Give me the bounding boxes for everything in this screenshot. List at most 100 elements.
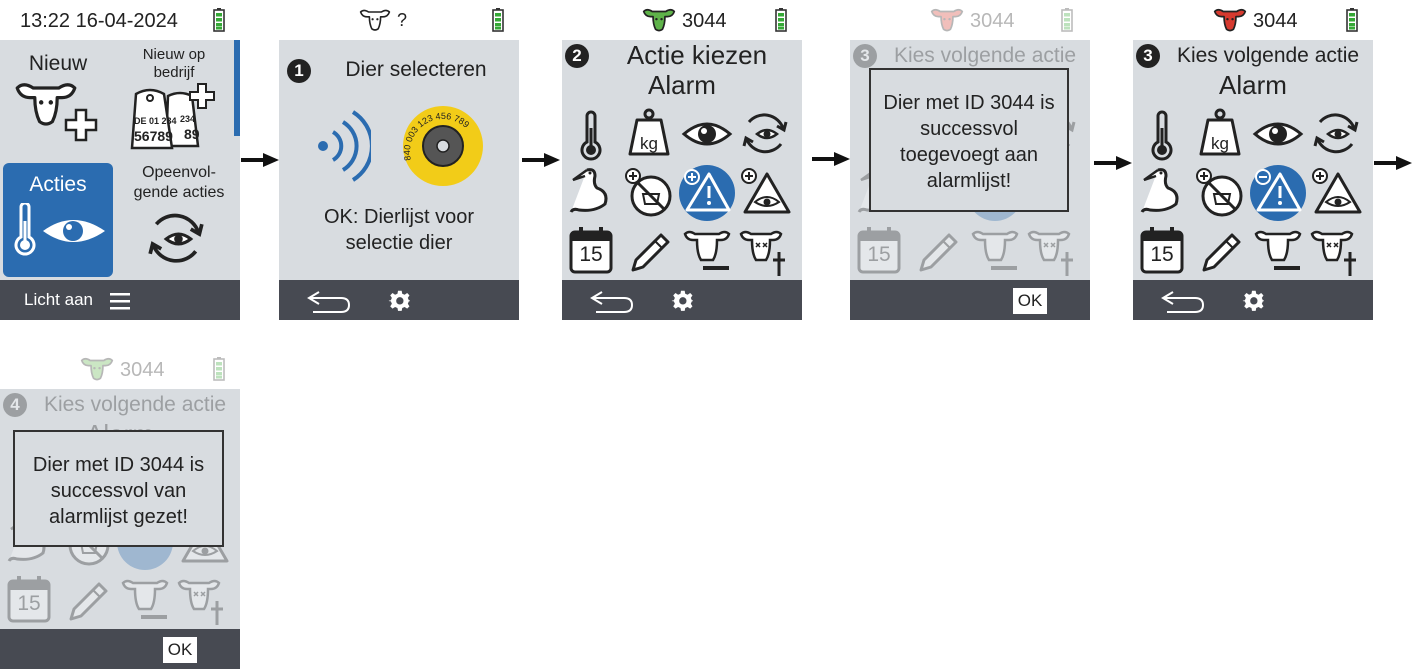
screen-home: 13:22 16-04-2024 Nieuw Nieuw op bedrijf …	[0, 0, 240, 320]
animal-id: 3044	[120, 359, 165, 381]
alarm-remove-icon[interactable]	[1252, 166, 1304, 218]
tile-new-farm-label: Nieuw op bedrijf	[142, 46, 206, 81]
cow-dead-icon[interactable]	[1310, 226, 1362, 278]
tag-line-1: DE 01 234	[134, 116, 177, 126]
no-milk-icon[interactable]	[1194, 166, 1246, 218]
bottom-bar	[279, 280, 519, 320]
tile-new-farm[interactable]: Nieuw op bedrijf DE 01 234 56789 234 89	[120, 44, 232, 154]
status-bar: 13:22 16-04-2024	[0, 0, 240, 40]
cow-dead-icon[interactable]	[739, 226, 791, 278]
confirmation-dialog: Dier met ID 3044 is successvol toegevoeg…	[869, 68, 1069, 212]
cow-dead-icon	[1027, 226, 1079, 278]
status-bar: 3044	[0, 349, 240, 389]
ear-tag-icon: 840 003 123 456 789	[402, 106, 483, 186]
flow-arrow-icon	[1374, 156, 1412, 170]
settings-icon[interactable]	[671, 289, 693, 311]
screen-title: Dier selecteren	[345, 58, 487, 81]
step-number: 3	[853, 44, 877, 68]
calendar-day: 15	[579, 243, 603, 266]
home-menu: Nieuw Nieuw op bedrijf DE 01 234 56789 2…	[0, 40, 240, 280]
action-grid: 2 Actie kiezen Alarm kg 15	[562, 40, 802, 280]
screen-subtitle: Alarm	[648, 70, 716, 100]
bottom-bar	[1133, 280, 1373, 320]
tag-back-line-2: 89	[184, 126, 200, 142]
animal-id: 3044	[1253, 10, 1298, 32]
settings-icon[interactable]	[1242, 289, 1264, 311]
content: 3 Kies volgende actie 15 Dier met ID 304…	[850, 40, 1090, 280]
cow-red-icon	[1213, 6, 1247, 34]
screen-title: Kies volgende actie	[1176, 44, 1360, 67]
eye-icon[interactable]	[681, 108, 733, 160]
thermometer-icon[interactable]	[1136, 110, 1188, 162]
settings-icon[interactable]	[388, 289, 410, 311]
pencil-icon[interactable]	[1194, 226, 1246, 278]
eye-icon[interactable]	[1252, 108, 1304, 160]
cow-icon	[359, 8, 391, 32]
bottom-bar	[562, 280, 802, 320]
cow-green-icon	[80, 355, 114, 383]
calendar-day: 15	[17, 592, 41, 615]
content: 4 Kies volgende actie Alarm 15 Dier met …	[0, 389, 240, 629]
flow-arrow-icon	[812, 152, 850, 166]
alarm-add-icon[interactable]	[681, 166, 733, 218]
screen-title: Kies volgende actie	[893, 44, 1077, 67]
stork-icon[interactable]	[1136, 166, 1188, 218]
screen-next-action: 3044 3 Kies volgende actie Alarm kg 15	[1133, 0, 1373, 320]
menu-icon[interactable]	[110, 292, 132, 310]
status-bar: 3044	[1133, 0, 1373, 40]
pencil-icon	[61, 575, 113, 627]
battery-icon	[775, 8, 787, 32]
bottom-bar: OK	[0, 629, 240, 669]
cow-plus-icon	[15, 83, 98, 142]
flow-arrow-icon	[241, 153, 279, 167]
step-number: 4	[3, 393, 27, 417]
animal-id: ?	[397, 10, 408, 30]
tile-actions[interactable]: Acties	[3, 163, 113, 277]
step-number: 1	[287, 59, 311, 83]
ok-button[interactable]: OK	[163, 637, 197, 663]
screen-title: Kies volgende actie	[43, 393, 227, 416]
bottom-bar: OK	[850, 280, 1090, 320]
flow-arrow-icon	[1094, 156, 1132, 170]
tile-new-label: Nieuw	[28, 52, 88, 75]
tile-new[interactable]: Nieuw	[4, 44, 112, 154]
no-milk-icon[interactable]	[623, 166, 675, 218]
ok-button[interactable]: OK	[1013, 288, 1047, 314]
cow-green-icon	[642, 6, 676, 34]
battery-icon	[492, 8, 504, 32]
alarm-eye-icon[interactable]	[1310, 166, 1362, 218]
cow-remove-icon[interactable]	[1252, 226, 1304, 278]
tile-actions-label: Acties	[29, 173, 87, 196]
back-icon[interactable]	[1159, 288, 1207, 314]
screen-select-animal: ? 1 Dier selecteren 840 003 123 456 789 …	[279, 0, 519, 320]
step-number: 3	[1136, 44, 1160, 68]
screen-alarm-removed: 3044 4 Kies volgende actie Alarm 15 Dier…	[0, 349, 240, 669]
battery-icon	[1061, 8, 1073, 32]
light-on-button[interactable]: Licht aan	[24, 290, 93, 310]
back-icon[interactable]	[588, 288, 636, 314]
screen-subtitle: Alarm	[1219, 70, 1287, 100]
status-bar: 3044	[562, 0, 802, 40]
stork-icon[interactable]	[565, 166, 617, 218]
hint-text: OK: Dierlijst voor selectie dier	[323, 206, 475, 254]
flow-arrow-icon	[522, 153, 560, 167]
thermometer-eye-icon	[14, 203, 105, 256]
cow-remove-icon[interactable]	[681, 226, 733, 278]
weight-unit: kg	[640, 134, 658, 153]
battery-icon	[213, 8, 225, 32]
action-grid: 3 Kies volgende actie Alarm kg 15	[1133, 40, 1373, 280]
scrollbar[interactable]	[234, 40, 240, 136]
cow-red-icon	[930, 6, 964, 34]
pencil-icon[interactable]	[623, 226, 675, 278]
cycle-eye-icon[interactable]	[1310, 108, 1362, 160]
confirmation-dialog: Dier met ID 3044 is successvol van alarm…	[13, 430, 224, 547]
cycle-eye-icon[interactable]	[739, 108, 791, 160]
tile-sequential[interactable]: Opeenvol-gende acties	[120, 163, 236, 277]
back-icon[interactable]	[305, 288, 353, 314]
alarm-eye-icon[interactable]	[739, 166, 791, 218]
weight-unit: kg	[1211, 134, 1229, 153]
thermometer-icon[interactable]	[565, 110, 617, 162]
battery-icon	[1346, 8, 1358, 32]
cow-remove-icon	[969, 226, 1021, 278]
cycle-eye-icon	[144, 207, 208, 271]
